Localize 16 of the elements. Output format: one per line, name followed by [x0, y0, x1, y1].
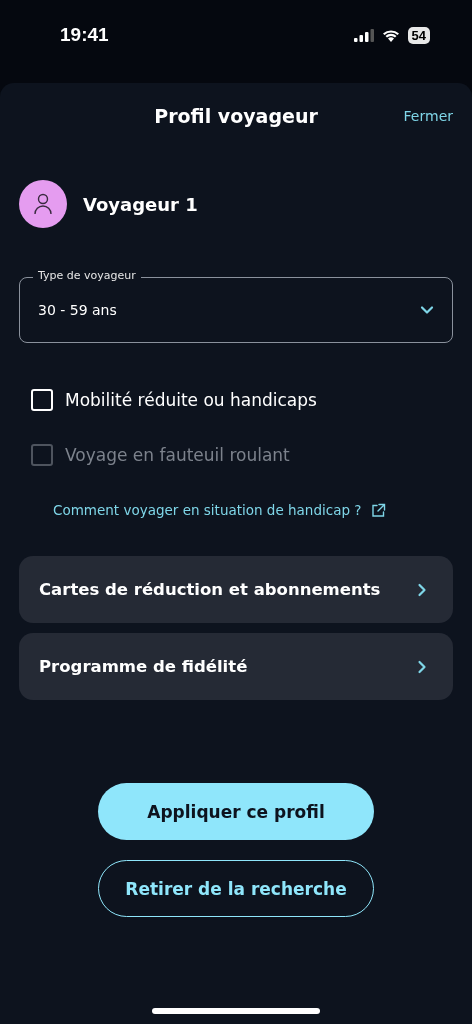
battery-level: 54: [407, 26, 430, 44]
checkbox-label: Mobilité réduite ou handicaps: [65, 390, 317, 410]
checkbox-label: Voyage en fauteuil roulant: [65, 445, 290, 465]
close-button[interactable]: Fermer: [403, 108, 453, 124]
sheet-title: Profil voyageur: [154, 105, 318, 127]
person-icon: [34, 193, 52, 215]
menu-card[interactable]: Cartes de réduction et abonnements: [19, 556, 453, 623]
menu-card[interactable]: Programme de fidélité: [19, 633, 453, 700]
wifi-icon: [381, 28, 400, 42]
external-link-icon: [371, 502, 387, 518]
signal-icon: [353, 28, 374, 42]
help-link[interactable]: Comment voyager en situation de handicap ?: [53, 502, 362, 518]
status-time: 19:41: [60, 24, 109, 46]
apply-button[interactable]: Appliquer ce profil: [98, 783, 374, 840]
field-label: Type de voyageur: [33, 269, 141, 282]
traveler-name: Voyageur 1: [83, 193, 198, 215]
